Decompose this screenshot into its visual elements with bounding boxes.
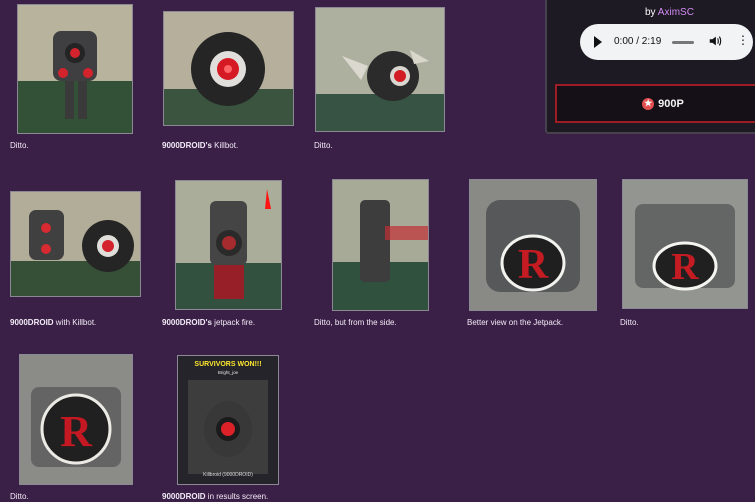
- robot-front-image: [18, 5, 132, 133]
- thumbnail-results-screen[interactable]: SURVIVORS WON!!! Bright_joe Killbroid (9…: [177, 355, 279, 485]
- points-icon: ★: [642, 97, 655, 110]
- caption-5: 9000DROID's jetpack fire.: [162, 318, 255, 328]
- author-link[interactable]: AximSC: [658, 7, 694, 18]
- audio-player[interactable]: 0:00 / 2:19 ⋮: [580, 24, 753, 60]
- thumbnail-robot-front[interactable]: [17, 4, 133, 134]
- jetpack-logo-bottom-image: R: [20, 355, 132, 484]
- thumbnail-jetpack-logo-bottom[interactable]: R: [19, 354, 133, 485]
- caption-7: Better view on the Jetpack.: [467, 318, 563, 328]
- killbot-side-image: [316, 8, 444, 131]
- author-line: by AximSC: [645, 7, 694, 18]
- svg-text:R: R: [518, 242, 549, 288]
- seek-bar[interactable]: [672, 41, 694, 44]
- caption-5-text: jetpack fire.: [211, 318, 256, 327]
- caption-9: Ditto.: [10, 492, 29, 502]
- results-screen-image: [188, 380, 268, 474]
- caption-4-text: with Killbot.: [53, 318, 97, 327]
- audio-time: 0:00 / 2:19: [614, 36, 662, 47]
- caption-2-bold: 9000DROID's: [162, 141, 212, 150]
- thumbnail-jetpack-close[interactable]: R: [622, 179, 748, 309]
- killbot-image: [164, 12, 293, 125]
- droid-with-killbot-image: [11, 192, 140, 296]
- more-options-icon[interactable]: ⋮: [737, 33, 749, 47]
- caption-2: 9000DROID's Killbot.: [162, 141, 238, 151]
- jetpack-fire-image: [176, 181, 281, 309]
- caption-4-bold: 9000DROID: [10, 318, 54, 327]
- play-icon[interactable]: [594, 36, 602, 48]
- caption-7-text: Better view on the Jetpack.: [467, 318, 564, 327]
- audio-price-panel: by AximSC 0:00 / 2:19 ⋮ ★ 900P: [545, 0, 755, 134]
- caption-2-text: Killbot.: [211, 141, 239, 150]
- by-label: by: [645, 7, 656, 18]
- caption-8-text: Ditto.: [620, 318, 639, 327]
- caption-3-text: Ditto.: [314, 141, 333, 150]
- caption-1: Ditto.: [10, 141, 29, 151]
- results-footer: Killbroid (9000DROID): [203, 472, 253, 478]
- side-view-image: [333, 180, 428, 310]
- thumbnail-killbot-front[interactable]: [163, 11, 294, 126]
- thumbnail-droid-with-killbot[interactable]: [10, 191, 141, 297]
- thumbnail-jetpack-view[interactable]: R: [469, 179, 597, 311]
- thumbnail-killbot-side[interactable]: [315, 7, 445, 132]
- thumbnail-jetpack-fire[interactable]: [175, 180, 282, 310]
- caption-10: 9000DROID in results screen.: [162, 492, 268, 502]
- jetpack-logo-image: R: [470, 180, 596, 310]
- svg-text:R: R: [60, 407, 93, 456]
- caption-6: Ditto, but from the side.: [314, 318, 397, 328]
- caption-6-text: Ditto, but from the side.: [314, 318, 397, 327]
- caption-5-bold: 9000DROID's: [162, 318, 212, 327]
- caption-1-text: Ditto.: [10, 141, 29, 150]
- thumbnail-side-view[interactable]: [332, 179, 429, 311]
- price-button[interactable]: ★ 900P: [555, 84, 755, 123]
- caption-8: Ditto.: [620, 318, 639, 328]
- price-label: 900P: [658, 97, 684, 110]
- volume-icon[interactable]: [708, 34, 722, 48]
- caption-4: 9000DROID with Killbot.: [10, 318, 96, 328]
- jetpack-close-image: R: [623, 180, 747, 308]
- svg-text:R: R: [671, 246, 699, 288]
- caption-3: Ditto.: [314, 141, 333, 151]
